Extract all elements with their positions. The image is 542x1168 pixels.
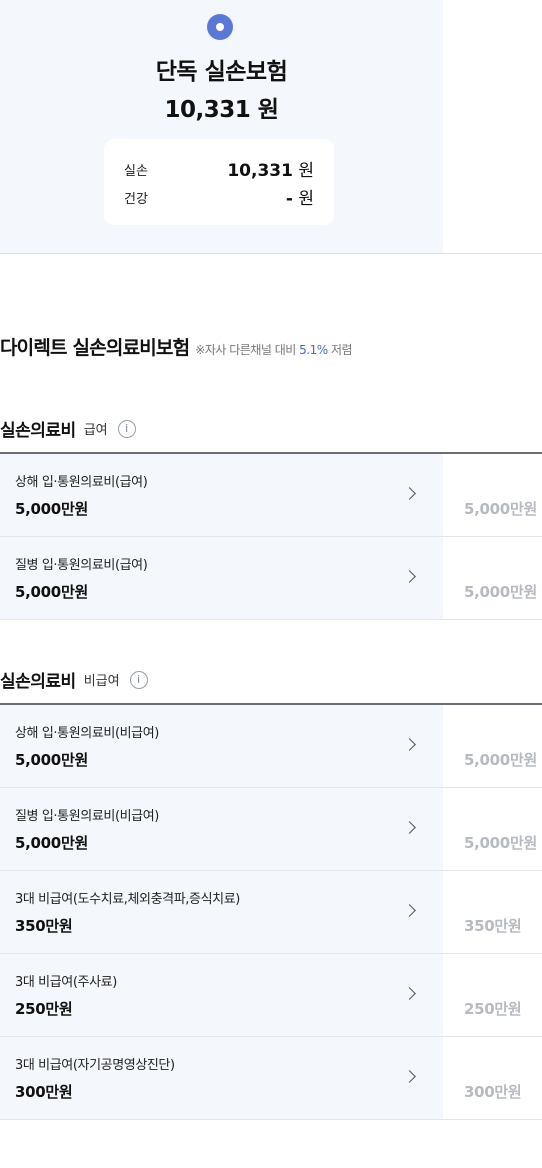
comparison-amount: 300만원 [464, 1083, 522, 1101]
summary-row-health: 건강 - 원 [124, 184, 314, 209]
coverage-title: 3대 비급여(도수치료,체외충격파,증식치료) [15, 892, 240, 907]
discount-note: ※자사 다른채널 대비 5.1% 저렴 [195, 343, 352, 357]
row-background [0, 871, 443, 953]
coverage-amount: 5,000만원 [15, 834, 88, 852]
coverage-title: 상해 입·통원의료비(급여) [15, 475, 148, 490]
coverage-title: 3대 비급여(자기공명영상진단) [15, 1058, 175, 1073]
divider [0, 253, 542, 254]
summary-label: 실손 [124, 164, 148, 179]
coverage-title: 상해 입·통원의료비(비급여) [15, 726, 159, 741]
coverage-amount: 5,000만원 [15, 500, 88, 518]
coverage-row[interactable]: 상해 입·통원의료비(비급여) 5,000만원 5,000만원 [0, 705, 542, 788]
coverage-title: 질병 입·통원의료비(비급여) [15, 809, 159, 824]
premium-summary-box: 실손 10,331 원 건강 - 원 [104, 139, 334, 225]
summary-unit: 원 [292, 189, 314, 209]
summary-amount: 10,331 [227, 161, 293, 181]
coverage-title: 질병 입·통원의료비(급여) [15, 558, 148, 573]
row-background [0, 454, 443, 536]
coverage-amount: 300만원 [15, 1083, 73, 1101]
summary-row-silson: 실손 10,331 원 [124, 156, 314, 181]
coverage-row[interactable]: 3대 비급여(도수치료,체외충격파,증식치료) 350만원 350만원 [0, 871, 542, 954]
comparison-amount: 5,000만원 [464, 751, 537, 769]
coverage-row[interactable]: 3대 비급여(자기공명영상진단) 300만원 300만원 [0, 1037, 542, 1120]
section-title: 실손의료비 [0, 672, 76, 692]
plan-name: 단독 실손보험 [155, 59, 288, 85]
summary-amount: - [285, 189, 293, 209]
coverage-amount: 5,000만원 [15, 751, 88, 769]
section-subtitle: 급여 [83, 423, 108, 438]
coverage-amount: 350만원 [15, 917, 73, 935]
summary-value: 10,331 원 [227, 156, 314, 181]
coverage-row[interactable]: 3대 비급여(주사료) 250만원 250만원 [0, 954, 542, 1037]
product-header: 다이렉트 실손의료비보험 ※자사 다른채널 대비 5.1% 저렴 [0, 333, 353, 360]
discount-note-prefix: ※자사 다른채널 대비 [195, 343, 300, 357]
section-title: 실손의료비 [0, 421, 76, 441]
summary-label: 건강 [124, 192, 148, 207]
coverage-title: 3대 비급여(주사료) [15, 975, 117, 990]
coverage-amount: 250만원 [15, 1000, 73, 1018]
section-subtitle: 비급여 [83, 674, 120, 689]
section-header-covered: 실손의료비 급여 i [0, 416, 542, 441]
row-background [0, 537, 443, 619]
plan-selected-radio-icon[interactable] [207, 14, 233, 40]
plan-price: 10,331 원 [164, 97, 279, 123]
comparison-amount: 250만원 [464, 1000, 522, 1018]
section-header-noncovered: 실손의료비 비급여 i [0, 667, 542, 692]
comparison-amount: 5,000만원 [464, 583, 537, 601]
row-background [0, 954, 443, 1036]
row-background [0, 1037, 443, 1119]
coverage-row[interactable]: 상해 입·통원의료비(급여) 5,000만원 5,000만원 [0, 454, 542, 537]
discount-note-suffix: 저렴 [327, 343, 353, 357]
coverage-row[interactable]: 질병 입·통원의료비(비급여) 5,000만원 5,000만원 [0, 788, 542, 871]
discount-percent: 5.1% [299, 343, 328, 357]
comparison-amount: 350만원 [464, 917, 522, 935]
coverage-row[interactable]: 질병 입·통원의료비(급여) 5,000만원 5,000만원 [0, 537, 542, 620]
row-background [0, 705, 443, 787]
comparison-amount: 5,000만원 [464, 500, 537, 518]
info-icon[interactable]: i [117, 419, 136, 438]
product-name: 다이렉트 실손의료비보험 [0, 337, 190, 359]
summary-unit: 원 [292, 161, 314, 181]
coverage-amount: 5,000만원 [15, 583, 88, 601]
comparison-amount: 5,000만원 [464, 834, 537, 852]
summary-value: - 원 [286, 184, 314, 209]
row-background [0, 788, 443, 870]
info-icon[interactable]: i [129, 670, 148, 689]
